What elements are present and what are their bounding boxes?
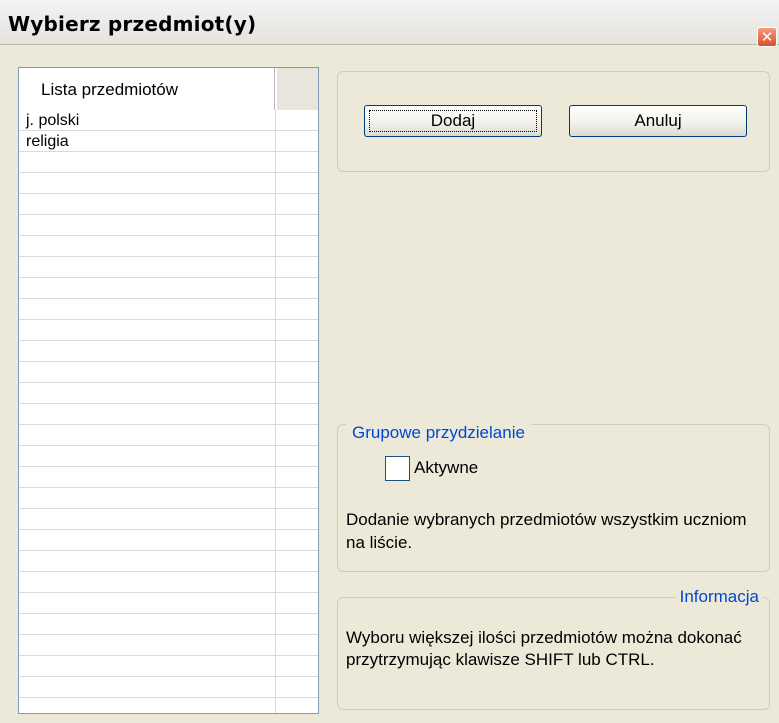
active-checkbox-label[interactable]: Aktywne	[414, 458, 478, 478]
close-icon[interactable]: ✕	[757, 27, 777, 47]
list-header: Lista przedmiotów	[19, 68, 318, 110]
window-title: Wybierz przedmiot(y)	[8, 12, 257, 36]
info-legend: Informacja	[675, 587, 763, 607]
add-button-label: Dodaj	[430, 111, 476, 130]
list-item[interactable]: j. polski	[26, 110, 79, 131]
column-divider	[275, 110, 276, 713]
column-header-filler	[276, 68, 318, 110]
group-assign-legend: Grupowe przydzielanie	[346, 423, 531, 443]
add-button[interactable]: Dodaj	[364, 105, 542, 137]
title-bar[interactable]: Wybierz przedmiot(y) ✕	[0, 0, 779, 47]
subject-list[interactable]: Lista przedmiotów j. polski religia	[18, 67, 319, 714]
active-checkbox[interactable]	[385, 456, 410, 481]
dialog-window: Wybierz przedmiot(y) ✕ Lista przedmiotów…	[0, 0, 779, 723]
cancel-button-label: Anuluj	[634, 111, 682, 130]
list-item[interactable]: religia	[26, 131, 69, 152]
list-rows: j. polski religia	[19, 110, 318, 713]
cancel-button[interactable]: Anuluj	[569, 105, 747, 137]
group-assign-description: Dodanie wybranych przedmiotów wszystkim …	[346, 510, 747, 552]
info-text: Wyboru większej ilości przedmiotów można…	[346, 628, 742, 669]
column-header-subjects[interactable]: Lista przedmiotów	[19, 68, 275, 110]
